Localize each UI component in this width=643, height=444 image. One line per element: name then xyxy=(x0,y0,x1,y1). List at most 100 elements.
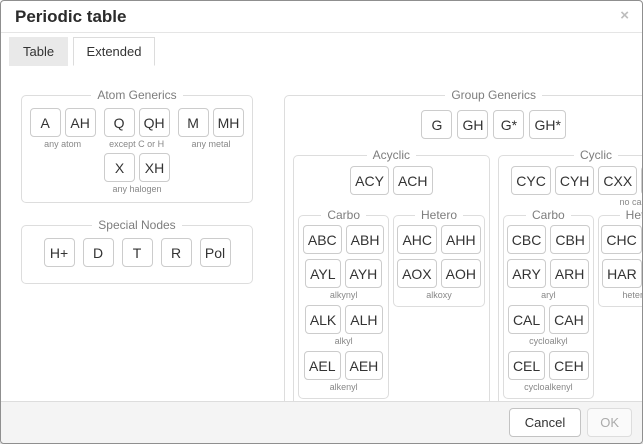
any-atom-caption: any atom xyxy=(44,139,81,149)
button-cal[interactable]: CAL xyxy=(508,305,545,334)
button-ary[interactable]: ARY xyxy=(507,259,546,288)
hetero-aryl-group: HAR HAH hetero aryl xyxy=(602,259,642,300)
button-h-plus[interactable]: H+ xyxy=(44,238,75,267)
button-abc[interactable]: ABC xyxy=(303,225,342,254)
alkyl-group: ALK ALH alkyl xyxy=(305,305,383,346)
cycloalkenyl-caption: cycloalkenyl xyxy=(524,382,573,392)
cyclic-top-row: CYC CYH CXX CXH no carbon xyxy=(503,166,642,208)
aryl-caption: aryl xyxy=(541,290,556,300)
button-g-star[interactable]: G* xyxy=(493,110,524,139)
acyclic-carbo-rows: ABC ABH AYL AYH xyxy=(302,225,385,392)
cyclic-carbo-rows: CBC CBH ARY ARH xyxy=(507,225,590,392)
button-ach[interactable]: ACH xyxy=(393,166,433,195)
button-arh[interactable]: ARH xyxy=(550,259,590,288)
group-generics-section: Group Generics G GH G* GH* Acyclic ACY A… xyxy=(284,88,642,401)
any-atom-group: A AH any atom xyxy=(30,108,96,149)
except-c-or-h-caption: except C or H xyxy=(109,139,164,149)
button-ahh[interactable]: AHH xyxy=(441,225,481,254)
button-alh[interactable]: ALH xyxy=(345,305,382,334)
button-group: CBC CBH xyxy=(507,225,590,254)
button-acy[interactable]: ACY xyxy=(350,166,389,195)
button-a[interactable]: A xyxy=(30,108,61,137)
button-group: CHC CHH xyxy=(601,225,642,254)
aryl-group: ARY ARH aryl xyxy=(507,259,589,300)
button-cxx[interactable]: CXX xyxy=(598,166,637,195)
button-pol[interactable]: Pol xyxy=(200,238,231,267)
button-cah[interactable]: CAH xyxy=(549,305,589,334)
cyclic-hetero-legend: Hetero xyxy=(620,208,642,222)
button-t[interactable]: T xyxy=(122,238,153,267)
button-ah[interactable]: AH xyxy=(65,108,96,137)
button-pair: HAR HAH xyxy=(602,259,642,288)
button-ayl[interactable]: AYL xyxy=(305,259,340,288)
tab-extended[interactable]: Extended xyxy=(73,37,156,66)
button-r[interactable]: R xyxy=(161,238,192,267)
button-cyc[interactable]: CYC xyxy=(511,166,551,195)
acyclic-carbo-legend: Carbo xyxy=(321,208,366,222)
button-cel[interactable]: CEL xyxy=(508,351,545,380)
button-pair: AYL AYH xyxy=(305,259,382,288)
alkynyl-caption: alkynyl xyxy=(330,290,358,300)
button-qh[interactable]: QH xyxy=(139,108,170,137)
any-halogen-group: X XH any halogen xyxy=(104,153,170,194)
alkynyl-group: AYL AYH alkynyl xyxy=(305,259,382,300)
button-ahc[interactable]: AHC xyxy=(397,225,437,254)
alkenyl-caption: alkenyl xyxy=(330,382,358,392)
button-cbc[interactable]: CBC xyxy=(507,225,547,254)
acyclic-hetero-rows: AHC AHH AOX AOH xyxy=(397,225,480,300)
cycloalkenyl-group: CEL CEH cycloalkenyl xyxy=(508,351,589,392)
button-gh[interactable]: GH xyxy=(457,110,488,139)
button-m[interactable]: M xyxy=(178,108,209,137)
button-pair: ALK ALH xyxy=(305,305,383,334)
cancel-button[interactable]: Cancel xyxy=(509,408,581,437)
close-icon[interactable]: × xyxy=(620,8,629,23)
button-alk[interactable]: ALK xyxy=(305,305,341,334)
button-pair: AHC AHH xyxy=(397,225,480,254)
tab-table[interactable]: Table xyxy=(9,37,68,66)
acyclic-carbo-section: Carbo ABC ABH xyxy=(298,208,389,399)
atom-generics-section: Atom Generics A AH any atom Q QH xyxy=(21,88,253,203)
button-aoh[interactable]: AOH xyxy=(441,259,481,288)
cycloalkyl-group: CAL CAH cycloalkyl xyxy=(508,305,589,346)
button-group: CYC CYH xyxy=(511,166,594,195)
button-xh[interactable]: XH xyxy=(139,153,170,182)
button-pair: ARY ARH xyxy=(507,259,589,288)
button-ceh[interactable]: CEH xyxy=(549,351,589,380)
cyclic-carbo-legend: Carbo xyxy=(526,208,571,222)
acyclic-hetero-legend: Hetero xyxy=(415,208,463,222)
ok-button[interactable]: OK xyxy=(587,408,632,437)
button-ael[interactable]: AEL xyxy=(304,351,340,380)
button-chc[interactable]: CHC xyxy=(601,225,641,254)
button-gh-star[interactable]: GH* xyxy=(529,110,565,139)
atom-generics-row1: A AH any atom Q QH except C or H xyxy=(30,108,244,149)
button-aeh[interactable]: AEH xyxy=(345,351,384,380)
acyclic-hetero-section: Hetero AHC AHH xyxy=(393,208,484,307)
cyclic-legend: Cyclic xyxy=(574,148,618,162)
special-nodes-section: Special Nodes H+ D T R Pol xyxy=(21,218,253,284)
button-abh[interactable]: ABH xyxy=(346,225,385,254)
cyclic-hetero-rows: CHC CHH HAR HAH xyxy=(602,225,642,300)
acyclic-top-row: ACY ACH xyxy=(298,166,485,208)
button-d[interactable]: D xyxy=(83,238,114,267)
button-aox[interactable]: AOX xyxy=(397,259,437,288)
atom-generics-legend: Atom Generics xyxy=(91,88,182,102)
button-ayh[interactable]: AYH xyxy=(345,259,383,288)
button-q[interactable]: Q xyxy=(104,108,135,137)
except-c-or-h-group: Q QH except C or H xyxy=(104,108,170,149)
button-cxh[interactable]: CXH xyxy=(641,166,642,195)
button-x[interactable]: X xyxy=(104,153,135,182)
button-cyh[interactable]: CYH xyxy=(555,166,595,195)
button-har[interactable]: HAR xyxy=(602,259,642,288)
button-pair: CHC CHH xyxy=(601,225,642,254)
group-generics-legend: Group Generics xyxy=(445,88,542,102)
acyclic-section: Acyclic ACY ACH Carbo A xyxy=(293,148,490,401)
acyclic-sub-row: Carbo ABC ABH xyxy=(298,208,485,399)
button-mh[interactable]: MH xyxy=(213,108,245,137)
special-nodes-row: H+ D T R Pol xyxy=(30,238,244,267)
button-cbh[interactable]: CBH xyxy=(550,225,590,254)
button-pair: CYC CYH xyxy=(511,166,594,195)
button-pair: CAL CAH xyxy=(508,305,589,334)
any-metal-group: M MH any metal xyxy=(178,108,245,149)
group-generics-buttons: G GH G* GH* xyxy=(293,110,642,139)
button-g[interactable]: G xyxy=(421,110,452,139)
